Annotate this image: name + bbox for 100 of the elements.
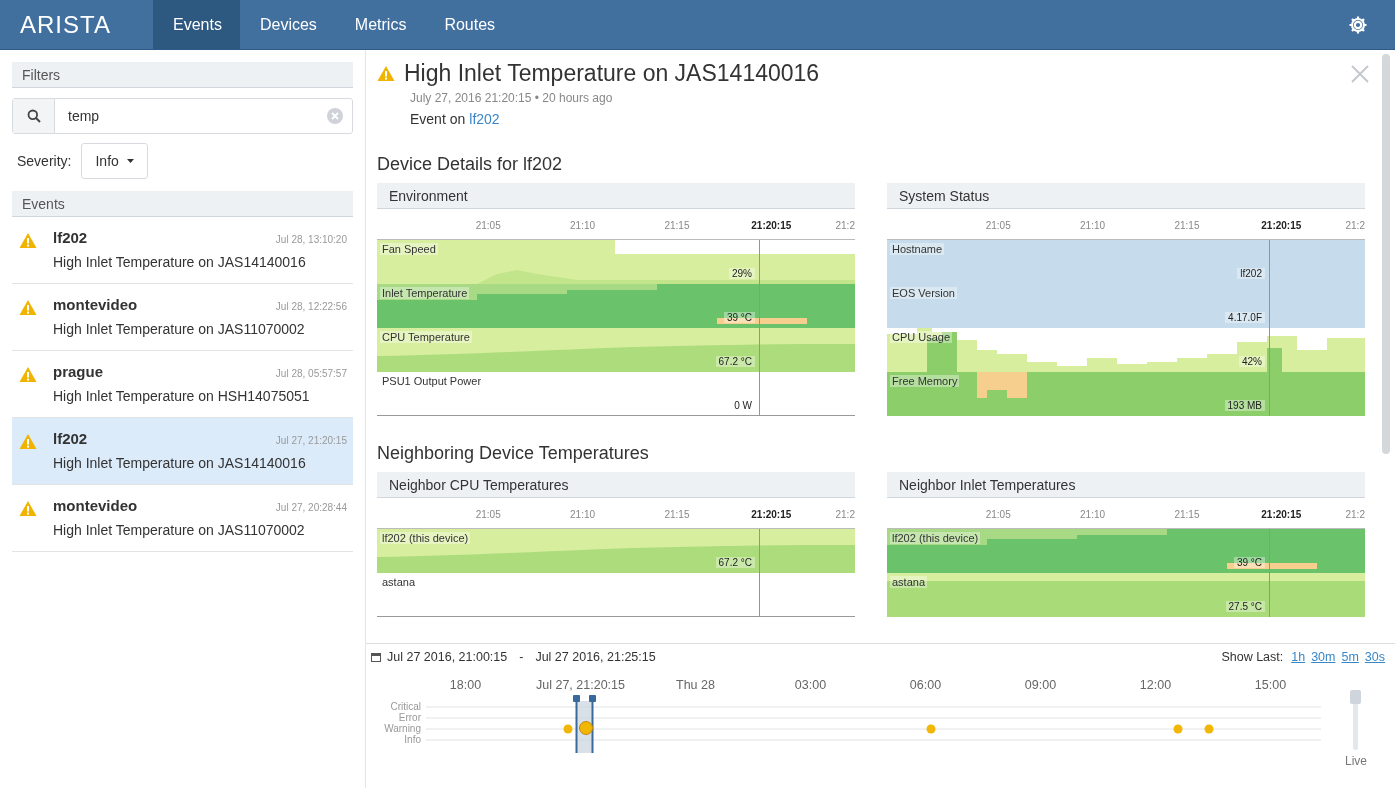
event-title: High Inlet Temperature on JAS14140016: [404, 60, 820, 87]
series-value: 4.17.0F: [1225, 312, 1265, 323]
severity-level: Warning: [384, 723, 421, 734]
nav-tab[interactable]: Metrics: [334, 0, 425, 49]
section-header: Events: [12, 191, 353, 217]
event-time: Jul 28, 05:57:57: [275, 368, 347, 379]
series-label: astana: [890, 576, 928, 588]
search-field[interactable]: temp: [12, 98, 353, 134]
series-value: 39 °C: [1233, 557, 1265, 568]
series-value: 193 MB: [1224, 400, 1265, 411]
time-tick: 21:10: [569, 220, 597, 233]
event-item[interactable]: lf202 Jul 27, 21:20:15 High Inlet Temperature on JAS14140016: [12, 418, 353, 485]
time-tick: 21:20:15: [1260, 509, 1303, 522]
warning-icon: [19, 433, 37, 450]
time-tick: 21:05: [474, 509, 502, 522]
time-tick: 21:20:15: [1260, 220, 1303, 233]
time-tick: 21:15: [663, 509, 691, 522]
range-start: Jul 27 2016, 21:00:15: [387, 650, 508, 664]
warning-icon: [19, 366, 37, 383]
axis-label: Jul 27, 21:20:15: [535, 678, 626, 692]
event-item[interactable]: montevideo Jul 27, 20:28:44 High Inlet Temperature on JAS11070002: [12, 485, 353, 552]
event-dot: [926, 724, 936, 734]
series-label: CPU Usage: [890, 331, 953, 343]
warning-icon: [19, 232, 37, 249]
series-label: CPU Temperature: [380, 331, 472, 343]
show-last-label: Show Last:: [1221, 650, 1284, 664]
severity-level: Info: [404, 734, 421, 745]
device-name: lf202: [53, 229, 88, 246]
axis-label: 12:00: [1138, 678, 1173, 692]
nav-tab[interactable]: Routes: [424, 0, 514, 49]
axis-label: 03:00: [793, 678, 828, 692]
panel-header: Neighbor Inlet Temperatures: [887, 472, 1365, 498]
live-slider-thumb[interactable]: [1350, 690, 1362, 704]
show-last-link[interactable]: 5m: [1341, 650, 1359, 664]
series-value: lf202: [1237, 268, 1265, 279]
range-selector: [572, 695, 598, 755]
event-message: High Inlet Temperature on JAS14140016: [53, 455, 307, 471]
event-item[interactable]: lf202 Jul 28, 13:10:20 High Inlet Temperature on JAS14140016: [12, 217, 353, 284]
scrollbar[interactable]: [1382, 54, 1390, 454]
series-label: astana: [380, 576, 418, 588]
nav-tab[interactable]: Events: [153, 0, 240, 49]
series-label: EOS Version: [890, 287, 957, 299]
series-value: 39 °C: [723, 312, 755, 323]
event-dot: [1173, 724, 1183, 734]
time-tick: 21:05: [474, 220, 502, 233]
section-heading: Neighboring Device Temperatures: [377, 443, 650, 464]
event-message: High Inlet Temperature on JAS14140016: [53, 254, 307, 270]
time-tick: 21:2: [1344, 509, 1365, 522]
series-label: Fan Speed: [380, 243, 438, 255]
time-tick: 21:2: [834, 220, 855, 233]
live-label: Live: [1345, 754, 1367, 768]
warning-icon: [377, 65, 395, 82]
time-tick: 21:10: [1079, 220, 1107, 233]
caret-icon: [126, 159, 134, 163]
section-heading: Device Details for lf202: [377, 154, 564, 175]
series-label: Inlet Temperature: [380, 287, 470, 299]
series-label: Free Memory: [890, 375, 960, 387]
severity-dropdown[interactable]: Info: [81, 143, 148, 179]
series-value: 27.5 °C: [1225, 601, 1265, 612]
panel-header: System Status: [887, 183, 1365, 209]
time-tick: 21:05: [984, 509, 1012, 522]
event-message: High Inlet Temperature on JAS11070002: [53, 522, 306, 538]
section-header: Filters: [12, 62, 353, 88]
event-time: Jul 28, 12:22:56: [275, 301, 347, 312]
show-last-link[interactable]: 1h: [1291, 650, 1306, 664]
time-tick: 21:15: [1173, 509, 1201, 522]
series-value: 67.2 °C: [715, 557, 755, 568]
series-label: Hostname: [890, 243, 945, 255]
warning-icon: [19, 299, 37, 316]
search-icon: [26, 109, 41, 123]
calendar-icon: [371, 652, 381, 662]
series-label: lf202 (this device): [380, 532, 471, 544]
axis-label: 09:00: [1023, 678, 1058, 692]
event-item[interactable]: montevideo Jul 28, 12:22:56 High Inlet Temperature on JAS11070002: [12, 284, 353, 351]
time-tick: 21:20:15: [750, 509, 793, 522]
event-message: High Inlet Temperature on JAS11070002: [53, 321, 306, 337]
event-dot: [563, 724, 573, 734]
time-tick: 21:2: [1344, 220, 1365, 233]
panel-header: Neighbor CPU Temperatures: [377, 472, 855, 498]
event-timestamp: July 27, 2016 21:20:15 • 20 hours ago: [410, 91, 614, 105]
panel-header: Environment: [377, 183, 855, 209]
device-link[interactable]: lf202: [469, 111, 500, 127]
series-value: 29%: [729, 268, 755, 279]
series-label: PSU1 Output Power: [380, 375, 484, 387]
axis-label: 15:00: [1253, 678, 1288, 692]
time-tick: 21:2: [834, 509, 855, 522]
device-name: lf202: [53, 430, 88, 447]
axis-label: 18:00: [448, 678, 483, 692]
event-time: Jul 27, 20:28:44: [275, 502, 347, 513]
show-last-link[interactable]: 30m: [1311, 650, 1336, 664]
range-end: Jul 27 2016, 21:25:15: [535, 650, 656, 664]
settings-icon: [1348, 14, 1368, 35]
show-last-link[interactable]: 30s: [1364, 650, 1385, 664]
nav-tab[interactable]: Devices: [239, 0, 335, 49]
time-tick: 21:15: [1173, 220, 1201, 233]
severity-level: Error: [398, 712, 421, 723]
clear-icon: [326, 107, 344, 125]
time-tick: 21:20:15: [750, 220, 793, 233]
range-separator: -: [519, 650, 524, 664]
event-on-label: Event on: [410, 111, 466, 127]
